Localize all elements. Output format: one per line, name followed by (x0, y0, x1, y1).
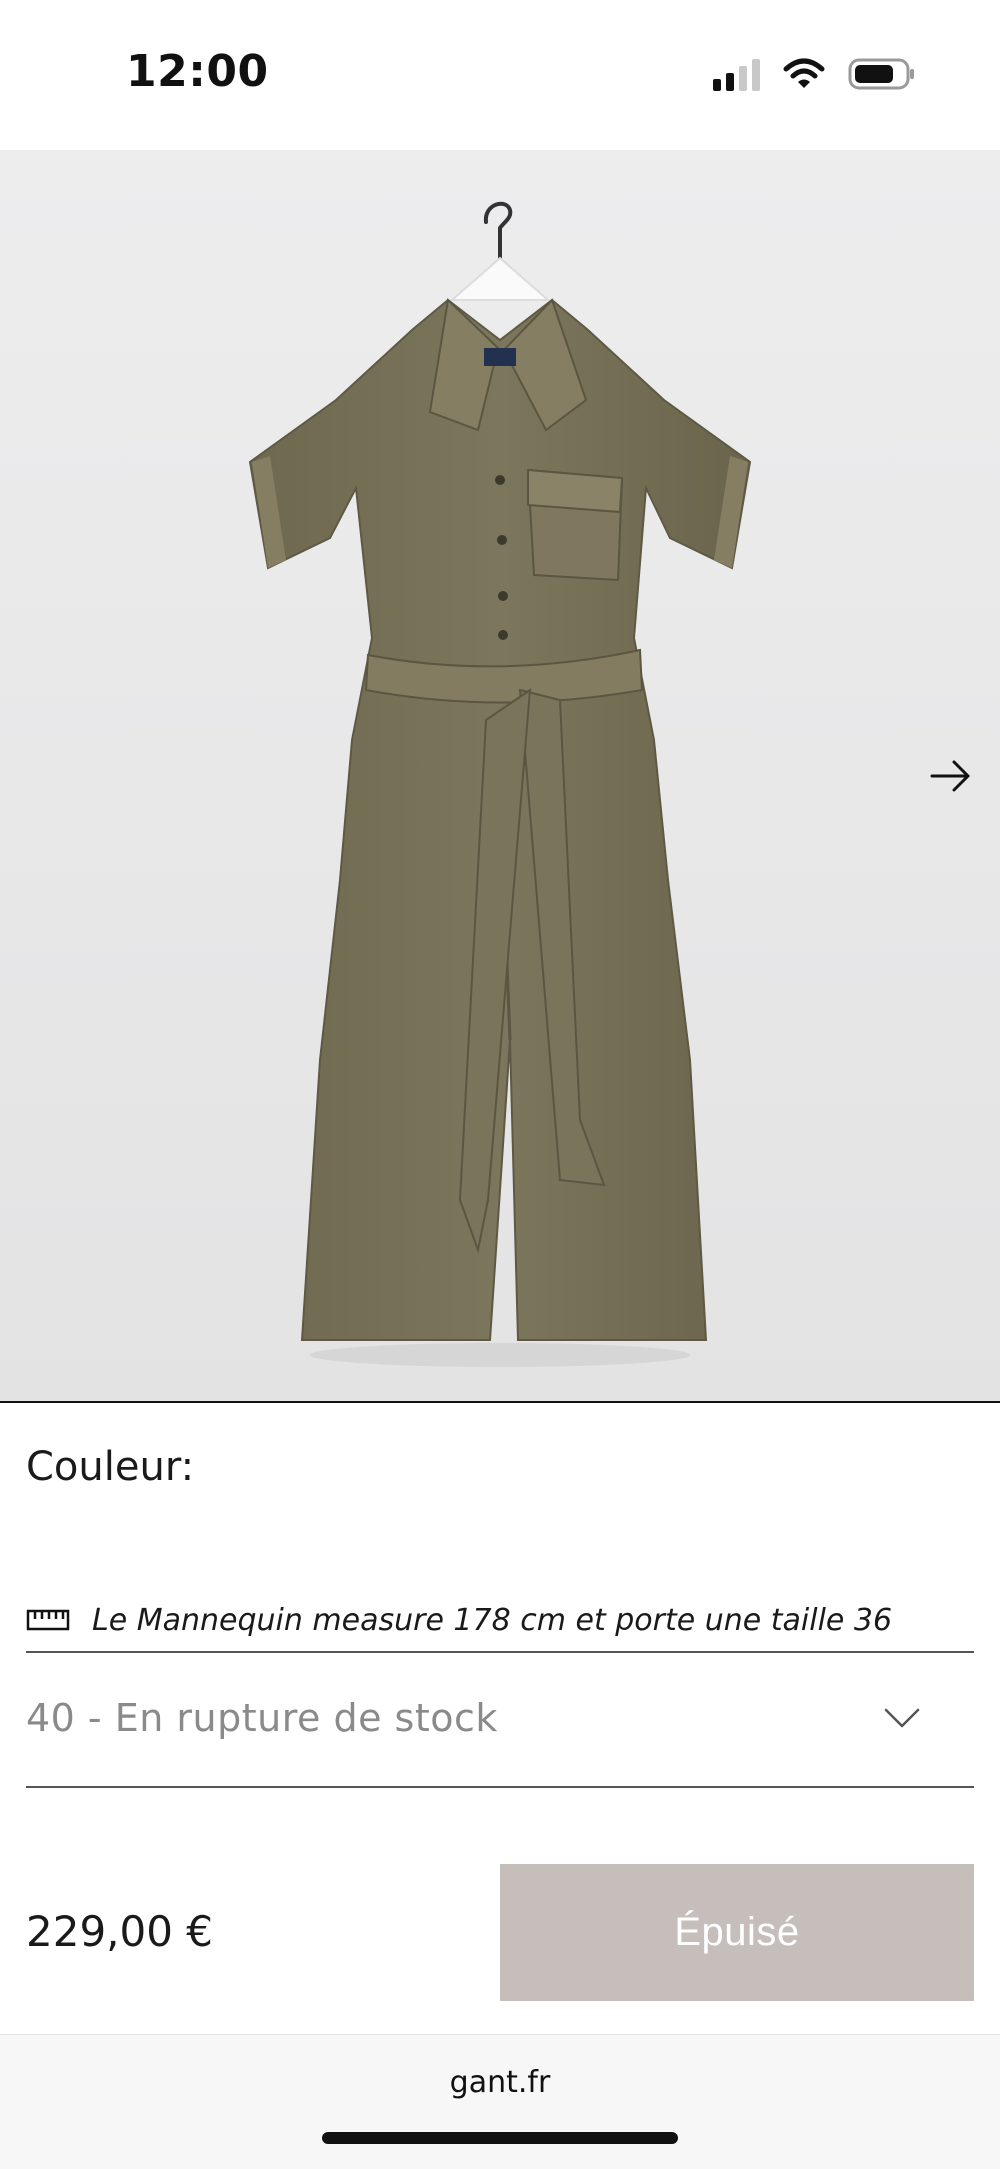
divider (26, 1651, 974, 1653)
sold-out-button[interactable]: Épuisé (500, 1864, 974, 2001)
browser-address-bar[interactable]: gant.fr (0, 2034, 1000, 2169)
wifi-icon (783, 58, 825, 88)
chevron-down-icon (884, 1708, 920, 1728)
arrow-right-icon[interactable] (924, 750, 976, 802)
battery-icon (848, 58, 914, 90)
signal-icon (713, 57, 760, 91)
jumpsuit-illustration (248, 201, 752, 1367)
image-divider (0, 1401, 1000, 1403)
ruler-icon (26, 1609, 70, 1631)
status-bar: 12:00 (0, 0, 1000, 150)
model-info-row: Le Mannequin measure 178 cm et porte une… (26, 1588, 974, 1652)
home-indicator[interactable] (322, 2132, 678, 2144)
product-price: 229,00 € (26, 1907, 214, 1956)
model-info-text: Le Mannequin measure 178 cm et porte une… (92, 1602, 893, 1638)
size-select-value: 40 - En rupture de stock (26, 1696, 498, 1740)
status-icons (713, 54, 916, 94)
color-label: Couleur: (26, 1444, 195, 1490)
divider (26, 1786, 974, 1788)
size-select[interactable]: 40 - En rupture de stock (26, 1654, 974, 1786)
status-time: 12:00 (126, 46, 269, 97)
url-text[interactable]: gant.fr (0, 2065, 1000, 2100)
product-image[interactable] (0, 150, 1000, 1402)
